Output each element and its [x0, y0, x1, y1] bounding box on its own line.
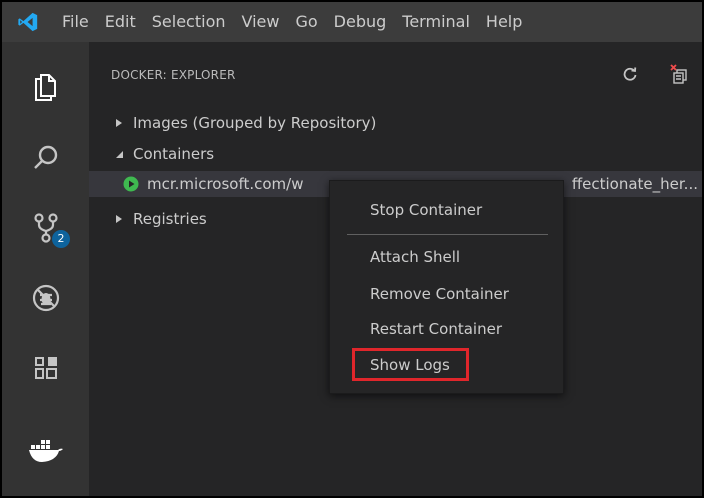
menu-separator [347, 234, 548, 235]
menu-item-stop-container[interactable]: Stop Container [370, 196, 482, 224]
tree-item-containers[interactable]: Containers [89, 141, 702, 167]
vscode-logo-icon [2, 2, 54, 42]
menu-debug[interactable]: Debug [326, 2, 395, 42]
menu-item-attach-shell[interactable]: Attach Shell [370, 243, 460, 271]
tree-item-images[interactable]: Images (Grouped by Repository) [89, 110, 702, 136]
menu-view[interactable]: View [234, 2, 288, 42]
chevron-right-icon [113, 206, 125, 232]
debug-icon[interactable] [2, 268, 89, 328]
menu-help[interactable]: Help [478, 2, 530, 42]
container-name-label: ffectionate_her... [571, 175, 698, 193]
container-image-label: mcr.microsoft.com/w [147, 175, 304, 193]
docker-icon[interactable] [2, 422, 89, 482]
menu-edit[interactable]: Edit [97, 2, 144, 42]
extensions-icon[interactable] [2, 338, 89, 398]
menu-terminal[interactable]: Terminal [394, 2, 478, 42]
refresh-icon[interactable] [618, 62, 642, 86]
search-icon[interactable] [2, 128, 89, 188]
menu-selection[interactable]: Selection [144, 2, 234, 42]
tree-item-label: Registries [133, 210, 207, 228]
panel-title: DOCKER: EXPLORER [111, 68, 236, 82]
highlight-annotation [352, 348, 469, 381]
source-control-icon[interactable]: 2 [2, 198, 89, 258]
vscode-window: File Edit Selection View Go Debug Termin… [2, 2, 702, 496]
menu-bar: File Edit Selection View Go Debug Termin… [2, 2, 702, 42]
prune-system-icon[interactable] [667, 62, 691, 86]
menu-go[interactable]: Go [287, 2, 325, 42]
running-status-icon [122, 171, 140, 197]
tree-item-label: Images (Grouped by Repository) [133, 114, 377, 132]
explorer-icon[interactable] [2, 56, 89, 116]
menu-item-remove-container[interactable]: Remove Container [370, 280, 509, 308]
activity-bar: 2 [2, 42, 89, 496]
tree-item-label: Containers [133, 145, 215, 163]
menu-file[interactable]: File [54, 2, 97, 42]
chevron-down-icon [113, 141, 125, 167]
source-control-badge: 2 [52, 230, 70, 248]
chevron-right-icon [113, 110, 125, 136]
menu-item-restart-container[interactable]: Restart Container [370, 315, 502, 343]
